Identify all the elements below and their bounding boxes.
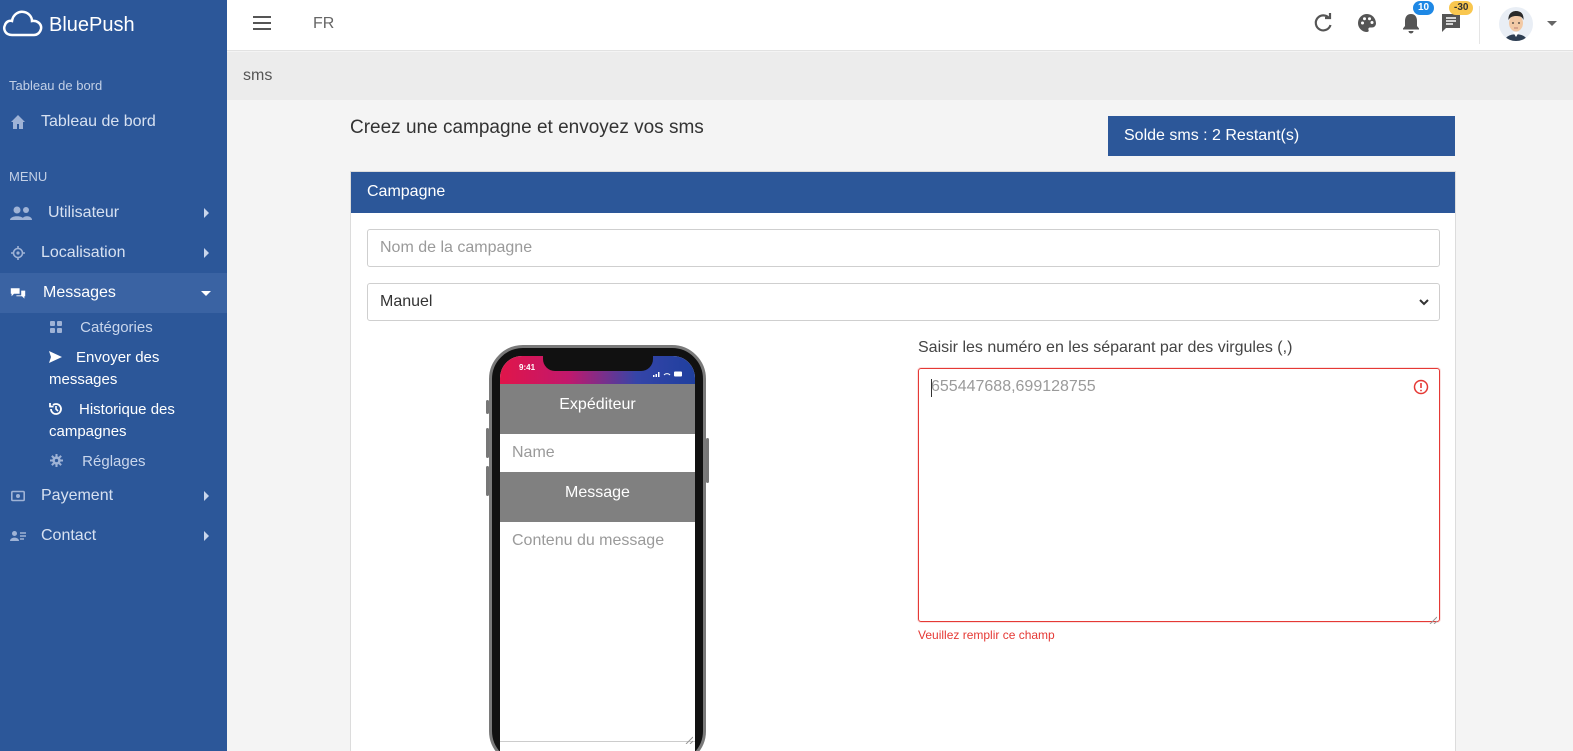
messages-icon[interactable]: -30 [1440, 1, 1474, 36]
phone-notch [542, 356, 653, 371]
sidebar-subitem-label: Catégories [80, 319, 153, 336]
sidebar-item-label: Utilisateur [48, 204, 120, 221]
chevron-right-icon [204, 248, 209, 258]
sms-balance-box: Solde sms : 2 Restant(s) [1108, 116, 1455, 156]
chevron-right-icon [204, 208, 209, 218]
sidebar-item-label: Messages [43, 284, 116, 301]
phone-side-button [486, 428, 489, 458]
sidebar-subitem-settings[interactable]: Réglages [50, 451, 146, 473]
validation-error: Veuillez remplir ce champ [918, 628, 1055, 642]
phone-message-header: Message [500, 472, 695, 522]
brand[interactable]: BluePush [0, 0, 227, 50]
mode-select[interactable]: Manuel [367, 283, 1440, 321]
resize-handle-icon[interactable] [685, 731, 694, 745]
topbar-divider [1479, 6, 1480, 44]
card-title: Campagne [351, 172, 1455, 213]
numbers-label: Saisir les numéro en les séparant par de… [918, 339, 1293, 356]
sidebar-item-messages[interactable]: Messages [0, 273, 227, 313]
resize-handle-icon[interactable] [1429, 611, 1438, 625]
phone-sender-header: Expéditeur [500, 384, 695, 434]
campaign-card: Campagne Nom de la campagne Manuel 9:41 … [350, 171, 1456, 751]
sidebar-subitem-label-line2: messages [49, 371, 118, 388]
sidebar-item-contact[interactable]: Contact [0, 516, 227, 556]
sidebar-subitem-send-messages[interactable]: Envoyer des messages [49, 347, 219, 391]
palette-icon[interactable] [1356, 12, 1380, 36]
phone-status-bar: 9:41 [500, 356, 695, 384]
dashboard-section-label: Tableau de bord [9, 78, 103, 93]
phone-message-textarea[interactable]: Contenu du message [500, 522, 695, 745]
location-icon [10, 245, 26, 261]
gear-icon [50, 452, 63, 467]
notifications-badge: 10 [1413, 1, 1435, 15]
money-icon [10, 488, 26, 504]
error-icon [1413, 379, 1429, 395]
chevron-right-icon [204, 531, 209, 541]
bell-icon[interactable]: 10 [1400, 1, 1435, 36]
menu-section-label: MENU [9, 169, 48, 184]
sidebar-item-users[interactable]: Utilisateur [0, 193, 227, 233]
home-icon [10, 114, 26, 130]
numbers-placeholder: 655447688,699128755 [931, 378, 1096, 395]
refresh-icon[interactable] [1312, 12, 1336, 36]
sidebar-item-payment[interactable]: Payement [0, 476, 227, 516]
send-icon [49, 348, 62, 363]
user-avatar[interactable] [1499, 7, 1533, 41]
phone-message-placeholder: Contenu du message [512, 532, 665, 549]
sidebar-subitem-history[interactable]: Historique des campagnes [49, 399, 219, 443]
phone-time: 9:41 [519, 363, 536, 372]
chevron-down-icon [201, 291, 211, 296]
brand-name: BluePush [49, 13, 135, 36]
breadcrumb-current: sms [243, 67, 273, 84]
phone-side-button [486, 466, 489, 496]
contact-icon [10, 528, 26, 544]
phone-side-button [486, 400, 489, 414]
chat-icon [10, 285, 26, 301]
history-icon [49, 401, 63, 415]
users-icon [10, 205, 32, 221]
sidebar-item-label: Localisation [41, 244, 126, 261]
sidebar-item-dashboard[interactable]: Tableau de bord [0, 102, 227, 142]
chevron-down-icon [1417, 295, 1431, 309]
sidebar-subitem-categories[interactable]: Catégories [50, 317, 153, 339]
sidebar-item-label: Tableau de bord [41, 113, 156, 130]
phone-side-button [706, 438, 709, 483]
phone-preview: 9:41 Expéditeur Name Message Contenu du … [486, 345, 709, 751]
sidebar-subitem-label: Réglages [82, 453, 146, 470]
user-menu-chevron-icon[interactable] [1547, 21, 1557, 26]
phone-screen: 9:41 Expéditeur Name Message Contenu du … [500, 356, 695, 751]
cloud-logo-icon [2, 8, 44, 43]
numbers-textarea[interactable]: 655447688,699128755 [918, 368, 1440, 625]
sidebar: BluePush Tableau de bord Tableau de bord… [0, 0, 227, 751]
sidebar-item-location[interactable]: Localisation [0, 233, 227, 273]
phone-signal-icon [653, 364, 683, 377]
sidebar-subitem-label: Envoyer des [76, 349, 160, 366]
campaign-name-input[interactable]: Nom de la campagne [367, 229, 1440, 267]
text-cursor [931, 379, 932, 397]
sidebar-subitem-label-line2: campagnes [49, 423, 127, 440]
language-selector[interactable]: FR [313, 15, 334, 33]
top-bar: FR 10 -30 [227, 0, 1573, 51]
page-title: Creez une campagne et envoyez vos sms [350, 117, 704, 138]
sidebar-item-label: Payement [41, 487, 114, 504]
sidebar-item-label: Contact [41, 527, 97, 544]
grid-icon [50, 318, 62, 333]
mode-select-value: Manuel [380, 293, 433, 310]
menu-toggle-icon[interactable] [253, 16, 271, 30]
chevron-right-icon [204, 491, 209, 501]
messages-badge: -30 [1449, 1, 1474, 15]
phone-name-input[interactable]: Name [500, 434, 695, 472]
breadcrumb: sms [227, 52, 1573, 100]
sidebar-subitem-label: Historique des [79, 401, 175, 418]
